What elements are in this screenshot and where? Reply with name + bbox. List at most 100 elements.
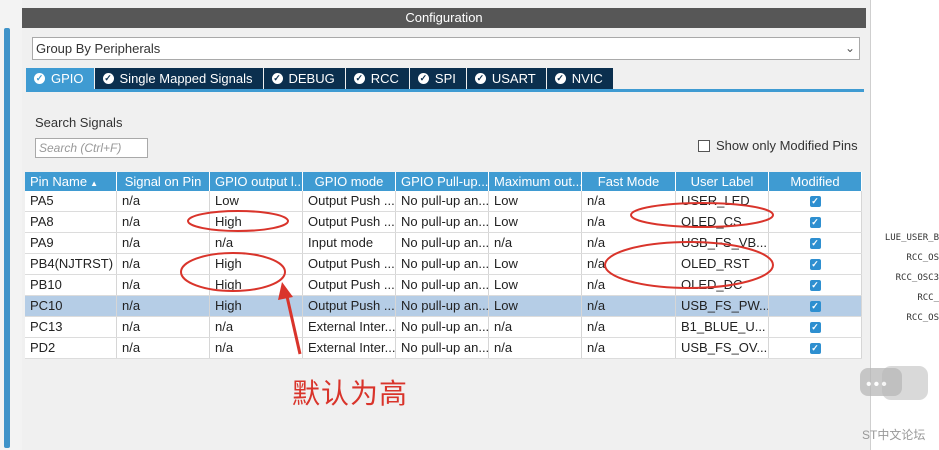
cell-fast-mode[interactable]: n/a — [582, 338, 676, 358]
cell-user-label[interactable]: OLED_CS — [676, 212, 769, 232]
cell-gpio-output-level[interactable]: High — [210, 275, 303, 295]
table-row[interactable]: PB4(NJTRST) n/a High Output Push ... No pull… — [25, 254, 862, 275]
tab-usart[interactable]: ✓ USART — [466, 68, 546, 89]
cell-fast-mode[interactable]: n/a — [582, 275, 676, 295]
show-modified-checkbox[interactable]: Show only Modified Pins — [698, 138, 858, 153]
cell-signal-on-pin[interactable]: n/a — [117, 275, 210, 295]
cell-pin-name[interactable]: PB10 — [25, 275, 117, 295]
column-header-fast-mode[interactable]: Fast Mode — [582, 172, 676, 191]
table-row[interactable]: PA8 n/a High Output Push ... No pull-up an..… — [25, 212, 862, 233]
table-row[interactable]: PC10 n/a High Output Push ... No pull-up an.… — [25, 296, 862, 317]
cell-gpio-mode[interactable]: Output Push ... — [303, 254, 396, 274]
cell-gpio-output-level[interactable]: High — [210, 254, 303, 274]
cell-gpio-output-level[interactable]: High — [210, 296, 303, 316]
column-header-pin-name[interactable]: Pin Name ▲ — [25, 172, 117, 191]
cell-signal-on-pin[interactable]: n/a — [117, 254, 210, 274]
table-row[interactable]: PD2 n/a n/a External Inter... No pull-up an.… — [25, 338, 862, 359]
table-row[interactable]: PA5 n/a Low Output Push ... No pull-up an...… — [25, 191, 862, 212]
cell-pin-name[interactable]: PB4(NJTRST) — [25, 254, 117, 274]
cell-modified[interactable]: ✓ — [769, 296, 862, 316]
cell-gpio-mode[interactable]: External Inter... — [303, 338, 396, 358]
cell-gpio-pull[interactable]: No pull-up an... — [396, 338, 489, 358]
tab-spi[interactable]: ✓ SPI — [409, 68, 466, 89]
cell-gpio-mode[interactable]: Output Push ... — [303, 212, 396, 232]
cell-gpio-output-level[interactable]: n/a — [210, 317, 303, 337]
checked-checkbox-icon[interactable]: ✓ — [809, 343, 821, 355]
tab-single-mapped-signals[interactable]: ✓ Single Mapped Signals — [94, 68, 263, 89]
checked-checkbox-icon[interactable]: ✓ — [809, 196, 821, 208]
cell-maximum-output-speed[interactable]: Low — [489, 254, 582, 274]
checked-checkbox-icon[interactable]: ✓ — [809, 259, 821, 271]
cell-maximum-output-speed[interactable]: n/a — [489, 338, 582, 358]
cell-fast-mode[interactable]: n/a — [582, 191, 676, 211]
cell-gpio-mode[interactable]: External Inter... — [303, 317, 396, 337]
cell-user-label[interactable]: USB_FS_OV... — [676, 338, 769, 358]
cell-signal-on-pin[interactable]: n/a — [117, 233, 210, 253]
cell-gpio-pull[interactable]: No pull-up an... — [396, 191, 489, 211]
cell-modified[interactable]: ✓ — [769, 275, 862, 295]
cell-signal-on-pin[interactable]: n/a — [117, 191, 210, 211]
chevron-down-icon[interactable]: ⌄ — [845, 38, 855, 59]
cell-pin-name[interactable]: PC10 — [25, 296, 117, 316]
cell-fast-mode[interactable]: n/a — [582, 233, 676, 253]
tab-gpio[interactable]: ✓ GPIO — [26, 68, 94, 89]
tab-debug[interactable]: ✓ DEBUG — [263, 68, 345, 89]
checked-checkbox-icon[interactable]: ✓ — [809, 280, 821, 292]
table-row[interactable]: PC13 n/a n/a External Inter... No pull-up an… — [25, 317, 862, 338]
cell-user-label[interactable]: B1_BLUE_U... — [676, 317, 769, 337]
cell-user-label[interactable]: USB_FS_VB... — [676, 233, 769, 253]
checked-checkbox-icon[interactable]: ✓ — [809, 238, 821, 250]
cell-gpio-pull[interactable]: No pull-up an... — [396, 317, 489, 337]
checked-checkbox-icon[interactable]: ✓ — [809, 322, 821, 334]
column-header-gpio-pull[interactable]: GPIO Pull-up... — [396, 172, 489, 191]
cell-gpio-pull[interactable]: No pull-up an... — [396, 212, 489, 232]
cell-modified[interactable]: ✓ — [769, 317, 862, 337]
cell-gpio-output-level[interactable]: n/a — [210, 233, 303, 253]
tab-rcc[interactable]: ✓ RCC — [345, 68, 409, 89]
cell-fast-mode[interactable]: n/a — [582, 254, 676, 274]
cell-pin-name[interactable]: PA9 — [25, 233, 117, 253]
cell-signal-on-pin[interactable]: n/a — [117, 338, 210, 358]
cell-fast-mode[interactable]: n/a — [582, 296, 676, 316]
cell-gpio-output-level[interactable]: High — [210, 212, 303, 232]
column-header-gpio-mode[interactable]: GPIO mode — [303, 172, 396, 191]
checked-checkbox-icon[interactable]: ✓ — [809, 217, 821, 229]
cell-gpio-mode[interactable]: Input mode — [303, 233, 396, 253]
cell-modified[interactable]: ✓ — [769, 338, 862, 358]
column-header-modified[interactable]: Modified — [769, 172, 862, 191]
cell-gpio-mode[interactable]: Output Push ... — [303, 191, 396, 211]
cell-maximum-output-speed[interactable]: n/a — [489, 233, 582, 253]
cell-gpio-mode[interactable]: Output Push ... — [303, 275, 396, 295]
cell-pin-name[interactable]: PA8 — [25, 212, 117, 232]
cell-maximum-output-speed[interactable]: n/a — [489, 317, 582, 337]
cell-pin-name[interactable]: PA5 — [25, 191, 117, 211]
table-row[interactable]: PA9 n/a n/a Input mode No pull-up an... n/a n/… — [25, 233, 862, 254]
column-header-maximum-output-speed[interactable]: Maximum out... — [489, 172, 582, 191]
cell-maximum-output-speed[interactable]: Low — [489, 275, 582, 295]
cell-maximum-output-speed[interactable]: Low — [489, 191, 582, 211]
cell-gpio-mode[interactable]: Output Push ... — [303, 296, 396, 316]
cell-signal-on-pin[interactable]: n/a — [117, 296, 210, 316]
cell-gpio-pull[interactable]: No pull-up an... — [396, 275, 489, 295]
cell-user-label[interactable]: USB_FS_PW... — [676, 296, 769, 316]
cell-pin-name[interactable]: PD2 — [25, 338, 117, 358]
checkbox-icon[interactable] — [698, 139, 710, 152]
column-header-gpio-output-level[interactable]: GPIO output l... — [210, 172, 303, 191]
cell-modified[interactable]: ✓ — [769, 212, 862, 232]
cell-maximum-output-speed[interactable]: Low — [489, 296, 582, 316]
cell-user-label[interactable]: OLED_DC — [676, 275, 769, 295]
cell-modified[interactable]: ✓ — [769, 191, 862, 211]
cell-gpio-pull[interactable]: No pull-up an... — [396, 233, 489, 253]
cell-gpio-output-level[interactable]: n/a — [210, 338, 303, 358]
column-header-signal-on-pin[interactable]: Signal on Pin — [117, 172, 210, 191]
cell-maximum-output-speed[interactable]: Low — [489, 212, 582, 232]
cell-pin-name[interactable]: PC13 — [25, 317, 117, 337]
tab-nvic[interactable]: ✓ NVIC — [546, 68, 613, 89]
cell-gpio-pull[interactable]: No pull-up an... — [396, 296, 489, 316]
cell-gpio-output-level[interactable]: Low — [210, 191, 303, 211]
cell-fast-mode[interactable]: n/a — [582, 317, 676, 337]
column-header-user-label[interactable]: User Label — [676, 172, 769, 191]
checked-checkbox-icon[interactable]: ✓ — [809, 301, 821, 313]
cell-modified[interactable]: ✓ — [769, 254, 862, 274]
cell-signal-on-pin[interactable]: n/a — [117, 212, 210, 232]
